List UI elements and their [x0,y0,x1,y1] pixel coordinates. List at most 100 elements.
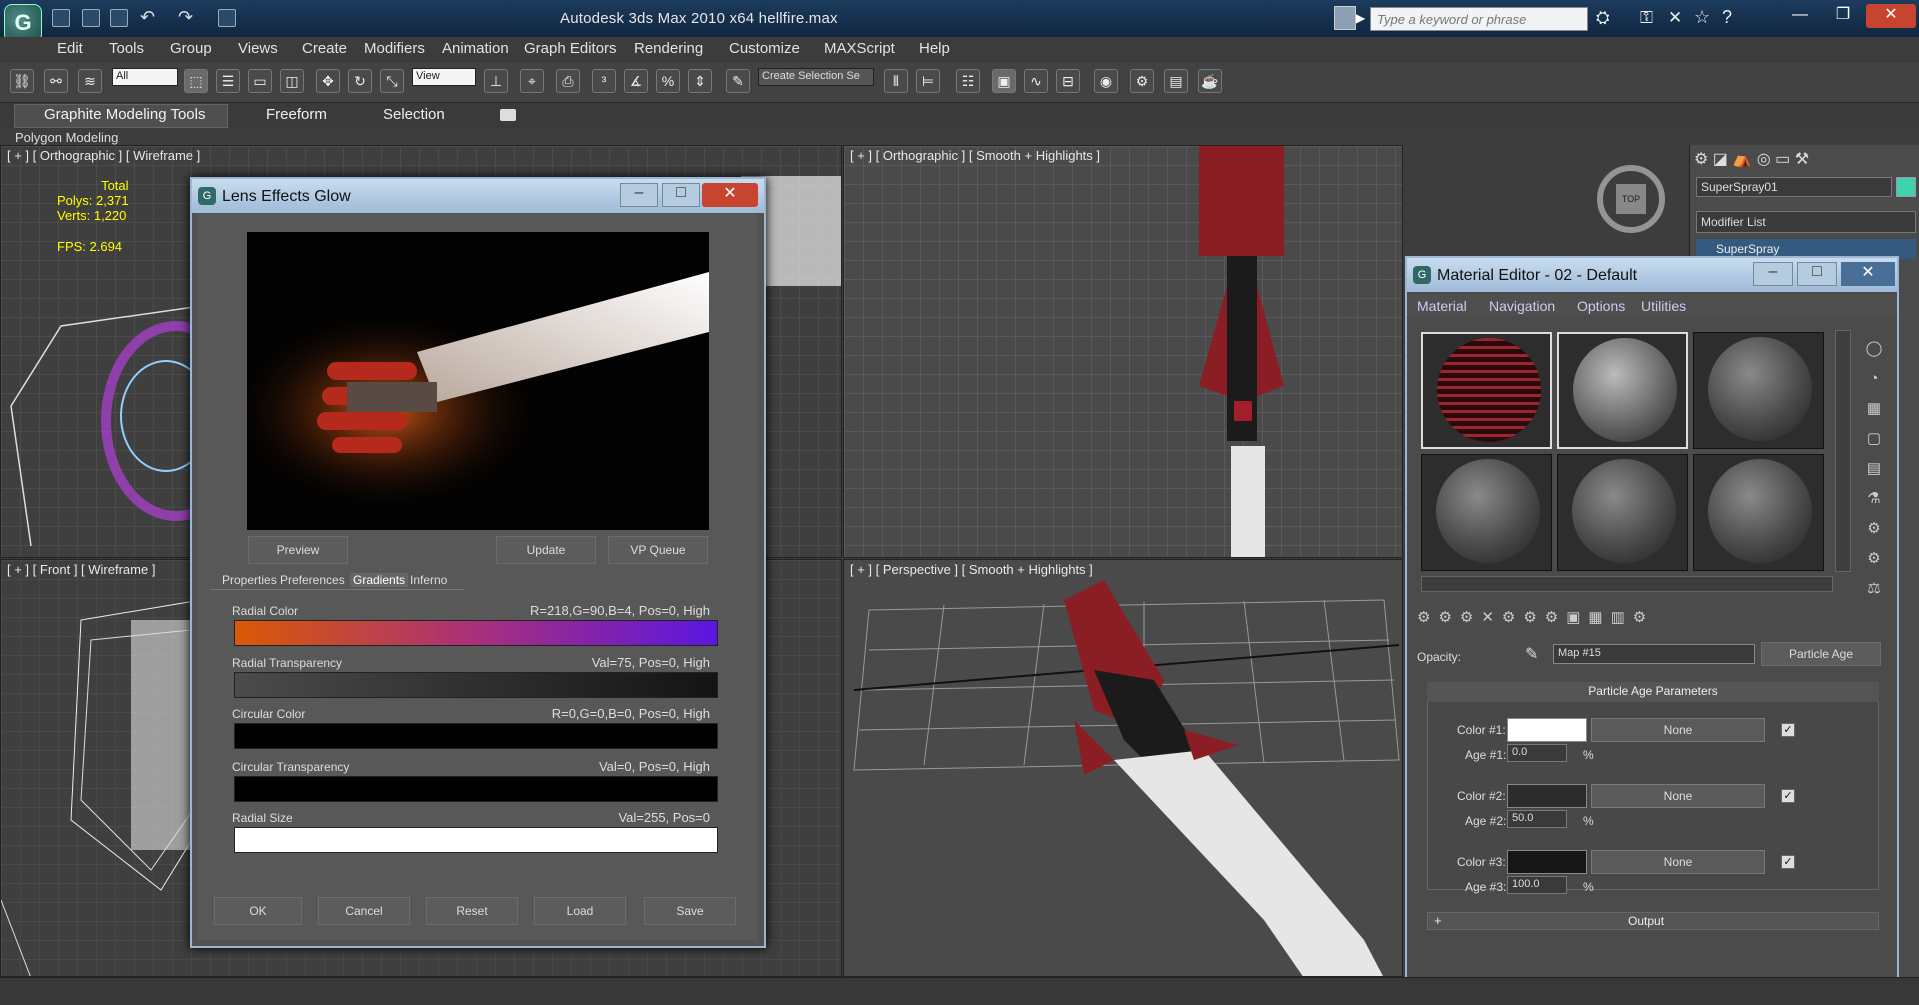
help-icon[interactable]: ? [1722,7,1732,28]
rendered-frame-icon[interactable]: ▤ [1164,69,1188,93]
manipulate-icon[interactable]: ⌖ [520,69,544,93]
mat-menu-navigation[interactable]: Navigation [1489,298,1555,314]
command-panel-tab-icons[interactable]: ⚙ ◪ ⛺ ◎ ▭ ⚒ [1694,149,1914,171]
vp-queue-button[interactable]: VP Queue [608,536,708,564]
layer-manager-icon[interactable]: ☷ [956,69,980,93]
spinner-snap-icon[interactable]: ⇕ [688,69,712,93]
material-slot-2[interactable] [1557,332,1688,449]
object-color-swatch[interactable] [1896,177,1916,197]
material-slot-5[interactable] [1557,454,1688,571]
mirror-icon[interactable]: ⫴ [884,69,908,93]
rect-region-icon[interactable]: ▭ [248,69,272,93]
viewport-label[interactable]: [ + ] [ Orthographic ] [ Wireframe ] [7,148,200,163]
menu-modifiers[interactable]: Modifiers [364,40,425,57]
modifier-list-dropdown[interactable]: Modifier List [1696,211,1916,233]
material-editor-icon[interactable]: ◉ [1094,69,1118,93]
open-file-icon[interactable] [82,9,100,27]
ok-button[interactable]: OK [214,897,302,925]
reference-coord-dropdown[interactable]: View [412,68,476,86]
curve-editor-icon[interactable]: ∿ [1024,69,1048,93]
color1-map-button[interactable]: None [1591,718,1765,742]
search-input[interactable]: Type a keyword or phrase [1370,7,1588,31]
viewport-label[interactable]: [ + ] [ Front ] [ Wireframe ] [7,562,155,577]
ribbon-tab-selection[interactable]: Selection [383,106,445,123]
age3-spinner[interactable]: 100.0 [1507,876,1567,894]
menu-customize[interactable]: Customize [729,40,800,57]
angle-snap-icon[interactable]: ∡ [624,69,648,93]
viewport-label[interactable]: [ + ] [ Orthographic ] [ Smooth + Highli… [850,148,1100,163]
tab-gradients[interactable]: Gradients [350,573,409,587]
cancel-button[interactable]: Cancel [318,897,410,925]
particle-age-rollout-title[interactable]: Particle Age Parameters [1427,682,1879,702]
keyboard-shortcut-icon[interactable]: ⎙ [556,69,580,93]
snap-toggle-icon[interactable]: ³ [592,69,616,93]
color3-swatch[interactable] [1507,850,1587,874]
minimize-button[interactable]: — [1780,4,1820,28]
close-button[interactable]: ✕ [1866,4,1916,28]
mat-bottom-tools-icons[interactable]: ⚙⚙⚙✕⚙⚙⚙▣▦▥⚙ [1417,608,1757,630]
new-file-icon[interactable] [52,9,70,27]
unlink-icon[interactable]: ⚯ [44,69,68,93]
render-setup-icon[interactable]: ⚙ [1130,69,1154,93]
undo-icon[interactable]: ↶ [140,8,158,27]
radial-size-gradient[interactable] [234,827,718,853]
menu-tools[interactable]: Tools [109,40,144,57]
color2-swatch[interactable] [1507,784,1587,808]
schematic-view-icon[interactable]: ⊟ [1056,69,1080,93]
key-icon[interactable]: ⚿ [1640,8,1653,28]
ribbon-options-icon[interactable] [500,109,516,121]
scale-icon[interactable]: ⤡ [380,69,404,93]
output-expand-icon[interactable]: + [1434,913,1442,928]
mat-slots-vscrollbar[interactable] [1835,330,1851,572]
save-button[interactable]: Save [644,897,736,925]
select-by-name-icon[interactable]: ☰ [216,69,240,93]
percent-snap-icon[interactable]: % [656,69,680,93]
ribbon-subtab-polygon-modeling[interactable]: Polygon Modeling [15,130,118,145]
update-button[interactable]: Update [496,536,596,564]
save-file-icon[interactable] [110,9,128,27]
mat-menu-material[interactable]: Material [1417,298,1467,314]
pivot-center-icon[interactable]: ⊥ [484,69,508,93]
named-selection-dropdown[interactable]: Create Selection Se [758,68,874,86]
menu-maxscript[interactable]: MAXScript [824,40,895,57]
mat-close-button[interactable]: ✕ [1841,262,1895,286]
render-production-icon[interactable]: ☕ [1198,69,1222,93]
output-rollout[interactable]: + Output [1427,912,1879,930]
move-icon[interactable]: ✥ [316,69,340,93]
ribbon-tab-freeform[interactable]: Freeform [266,106,327,123]
mat-slots-hscrollbar[interactable] [1421,576,1833,592]
viewport-top-right[interactable]: [ + ] [ Orthographic ] [ Smooth + Highli… [843,145,1403,558]
window-crossing-icon[interactable]: ◫ [280,69,304,93]
tab-preferences[interactable]: Preferences [280,573,345,587]
tab-inferno[interactable]: Inferno [410,573,447,587]
graphite-toggle-icon[interactable]: ▣ [992,69,1016,93]
load-button[interactable]: Load [534,897,626,925]
dialog-maximize-button[interactable]: □ [662,183,700,207]
menu-create[interactable]: Create [302,40,347,57]
viewport-bottom-right[interactable]: [ + ] [ Perspective ] [ Smooth + Highlig… [843,559,1403,977]
menu-animation[interactable]: Animation [442,40,509,57]
menu-graph-editors[interactable]: Graph Editors [524,40,617,57]
color1-swatch[interactable] [1507,718,1587,742]
preview-button[interactable]: Preview [248,536,348,564]
mat-menu-options[interactable]: Options [1577,298,1625,314]
color1-checkbox[interactable]: ✓ [1781,723,1795,737]
map-type-button[interactable]: Particle Age [1761,642,1881,666]
object-name-field[interactable]: SuperSpray01 [1696,177,1892,197]
material-slot-6[interactable] [1693,454,1824,571]
bind-spacewarp-icon[interactable]: ≋ [78,69,102,93]
favorites-star-icon[interactable]: ☆ [1694,7,1710,28]
menu-group[interactable]: Group [170,40,212,57]
tab-properties[interactable]: Properties [222,573,277,587]
mat-menu-utilities[interactable]: Utilities [1641,298,1686,314]
mat-side-tools-icons[interactable]: ◯ ◔ ▦ ▢ ▤ ⚗ ⚙ ⚙ ⚖ [1859,334,1889,597]
circular-transparency-gradient[interactable] [234,776,718,802]
map-name-dropdown[interactable]: Map #15 [1553,644,1755,664]
align-icon[interactable]: ⊨ [916,69,940,93]
ribbon-tab-graphite[interactable]: Graphite Modeling Tools [44,106,205,123]
expand-arrow-icon[interactable]: ▶ [1356,11,1365,25]
title-small-button[interactable] [1334,6,1356,30]
redo-icon[interactable]: ↷ [178,8,196,27]
selection-filter-dropdown[interactable]: All [112,68,178,86]
edit-named-sel-icon[interactable]: ✎ [726,69,750,93]
